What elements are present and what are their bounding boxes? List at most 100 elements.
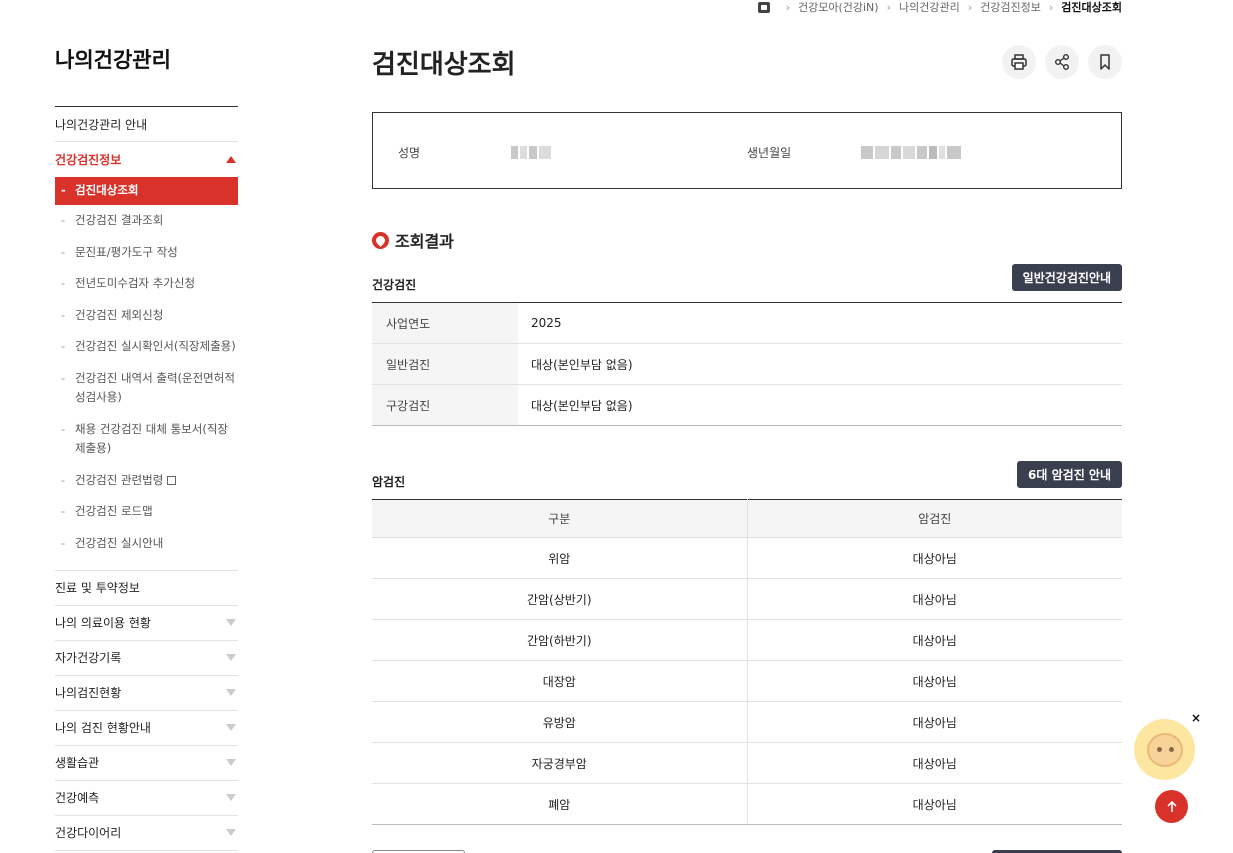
share-icon xyxy=(1055,54,1069,70)
sidebar-item-self-record[interactable]: 자가건강기록 xyxy=(55,641,238,676)
cancer-type: 유방암 xyxy=(372,701,748,743)
sidebar-item-label: 진료 및 투약정보 xyxy=(55,581,140,596)
sidebar-item-label: 건강예측 xyxy=(55,791,100,806)
birth-value-redacted xyxy=(861,146,961,159)
cancer-checkup-table: 구분 암검진 위암 대상아님 간암(상반기) 대상아님 간암(하반기) 대상아님… xyxy=(372,499,1122,825)
user-info-box: 성명 생년월일 xyxy=(372,112,1122,189)
sidebar-item-medical-use[interactable]: 나의 의료이용 현황 xyxy=(55,606,238,641)
caret-down-icon xyxy=(226,619,236,627)
caret-down-icon xyxy=(226,759,236,767)
caret-down-icon xyxy=(226,794,236,802)
breadcrumb: › 건강모아(건강iN) › 나의건강관리 › 건강검진정보 › 검진대상조회 xyxy=(757,0,1122,15)
breadcrumb-item[interactable]: 나의건강관리 xyxy=(899,0,960,15)
chevron-right-icon: › xyxy=(967,0,973,14)
sidebar-item-label: 건강검진정보 xyxy=(55,153,122,167)
cancer-status: 대상아님 xyxy=(747,742,1122,784)
cancer-type: 자궁경부암 xyxy=(372,742,748,784)
breadcrumb-item[interactable]: 건강검진정보 xyxy=(980,0,1041,15)
chatbot-close-button[interactable]: × xyxy=(1191,711,1201,725)
birth-label: 생년월일 xyxy=(747,146,792,160)
page-tools xyxy=(1002,45,1122,79)
row-value: 대상(본인부담 없음) xyxy=(518,384,1122,426)
sidebar-item-diary[interactable]: 건강다이어리 xyxy=(55,816,238,851)
sidebar-item-label: 나의건강관리 안내 xyxy=(55,117,148,132)
cancer-status: 대상아님 xyxy=(747,701,1122,743)
submenu-item[interactable]: 건강검진 실시확인서(직장제출용) xyxy=(55,331,238,363)
table-row: 위암 대상아님 xyxy=(372,537,1122,579)
health-checkup-table: 사업연도 2025 일반검진 대상(본인부담 없음) 구강검진 대상(본인부담 … xyxy=(372,302,1122,426)
submenu-item[interactable]: 전년도미수검자 추가신청 xyxy=(55,268,238,300)
caret-down-icon xyxy=(226,654,236,662)
page-title: 검진대상조회 xyxy=(372,50,516,80)
sidebar: 나의건강관리 나의건강관리 안내 건강검진정보 검진대상조회 건강검진 결과조회… xyxy=(55,40,238,851)
submenu-item[interactable]: 건강검진 결과조회 xyxy=(55,205,238,237)
column-header: 구분 xyxy=(372,499,748,538)
sidebar-item-prediction[interactable]: 건강예측 xyxy=(55,781,238,816)
heart-icon xyxy=(372,231,389,249)
sidebar-submenu: 검진대상조회 건강검진 결과조회 문진표/평가도구 작성 전년도미수검자 추가신… xyxy=(55,177,238,571)
cancer-checkup-guide-button[interactable]: 6대 암검진 안내 xyxy=(1017,461,1122,488)
sidebar-item-guide[interactable]: 나의건강관리 안내 xyxy=(55,107,238,142)
chatbot-button[interactable] xyxy=(1134,719,1195,780)
sidebar-item-label: 나의검진현황 xyxy=(55,686,122,701)
table-row: 사업연도 2025 xyxy=(372,302,1122,344)
caret-down-icon xyxy=(226,724,236,732)
table-row: 일반검진 대상(본인부담 없음) xyxy=(372,343,1122,385)
scroll-top-button[interactable] xyxy=(1155,790,1188,823)
caret-down-icon xyxy=(226,689,236,697)
table-row: 구강검진 대상(본인부담 없음) xyxy=(372,384,1122,426)
chevron-right-icon: › xyxy=(785,0,790,14)
sidebar-item-treatment[interactable]: 진료 및 투약정보 xyxy=(55,571,238,606)
table-row: 간암(상반기) 대상아님 xyxy=(372,578,1122,620)
submenu-item[interactable]: 건강검진 내역서 출력(운전면허적성검사용) xyxy=(55,363,238,414)
table-row: 대장암 대상아님 xyxy=(372,660,1122,702)
breadcrumb-item[interactable]: 건강모아(건강iN) xyxy=(798,0,879,15)
cancer-type: 폐암 xyxy=(372,783,748,825)
external-link-icon xyxy=(167,475,177,485)
cancer-status: 대상아님 xyxy=(747,578,1122,620)
table-row: 간암(하반기) 대상아님 xyxy=(372,619,1122,661)
cancer-checkup-heading: 암검진 xyxy=(372,475,406,489)
chevron-right-icon: › xyxy=(1048,0,1054,14)
chevron-right-icon: › xyxy=(886,0,891,14)
cancer-type: 간암(상반기) xyxy=(372,578,748,620)
print-button[interactable] xyxy=(1002,45,1036,79)
table-row: 유방암 대상아님 xyxy=(372,701,1122,743)
home-icon[interactable] xyxy=(757,1,770,13)
sidebar-item-my-checkup[interactable]: 나의검진현황 xyxy=(55,676,238,711)
print-icon xyxy=(1011,54,1027,70)
caret-up-icon xyxy=(226,156,236,163)
cancer-status: 대상아님 xyxy=(747,619,1122,661)
sidebar-item-label: 나의 의료이용 현황 xyxy=(55,616,151,631)
health-checkup-heading: 건강검진 xyxy=(372,278,417,292)
bookmark-button[interactable] xyxy=(1088,45,1122,79)
section-title: 조회결과 xyxy=(372,228,454,252)
cancer-type: 위암 xyxy=(372,537,748,579)
submenu-item[interactable]: 채용 건강검진 대체 통보서(직장제출용) xyxy=(55,414,238,465)
submenu-item-external[interactable]: 건강검진 관련법령 xyxy=(55,465,238,497)
sidebar-item-checkup-status[interactable]: 나의 검진 현황안내 xyxy=(55,711,238,746)
sidebar-item-lifestyle[interactable]: 생활습관 xyxy=(55,746,238,781)
general-checkup-guide-button[interactable]: 일반건강검진안내 xyxy=(1011,264,1122,291)
column-header: 암검진 xyxy=(747,499,1122,538)
submenu-item[interactable]: 건강검진 로드맵 xyxy=(55,496,238,528)
submenu-item-current[interactable]: 검진대상조회 xyxy=(55,177,238,205)
table-row: 자궁경부암 대상아님 xyxy=(372,742,1122,784)
row-label: 구강검진 xyxy=(372,384,518,426)
table-row: 폐암 대상아님 xyxy=(372,783,1122,825)
submenu-item[interactable]: 문진표/평가도구 작성 xyxy=(55,237,238,269)
share-button[interactable] xyxy=(1045,45,1079,79)
sidebar-item-checkup-info[interactable]: 건강검진정보 xyxy=(55,142,238,177)
sidebar-item-label: 자가건강기록 xyxy=(55,651,122,666)
row-label: 사업연도 xyxy=(372,302,518,344)
row-value: 2025 xyxy=(518,302,1122,344)
arrow-up-icon xyxy=(1166,800,1177,812)
table-header-row: 구분 암검진 xyxy=(372,499,1122,538)
row-label: 일반검진 xyxy=(372,343,518,385)
submenu-item[interactable]: 건강검진 실시안내 xyxy=(55,528,238,560)
cancer-type: 대장암 xyxy=(372,660,748,702)
submenu-item[interactable]: 건강검진 제외신청 xyxy=(55,300,238,332)
cancer-status: 대상아님 xyxy=(747,660,1122,702)
bookmark-icon xyxy=(1100,54,1110,70)
sidebar-item-label: 건강다이어리 xyxy=(55,826,122,841)
